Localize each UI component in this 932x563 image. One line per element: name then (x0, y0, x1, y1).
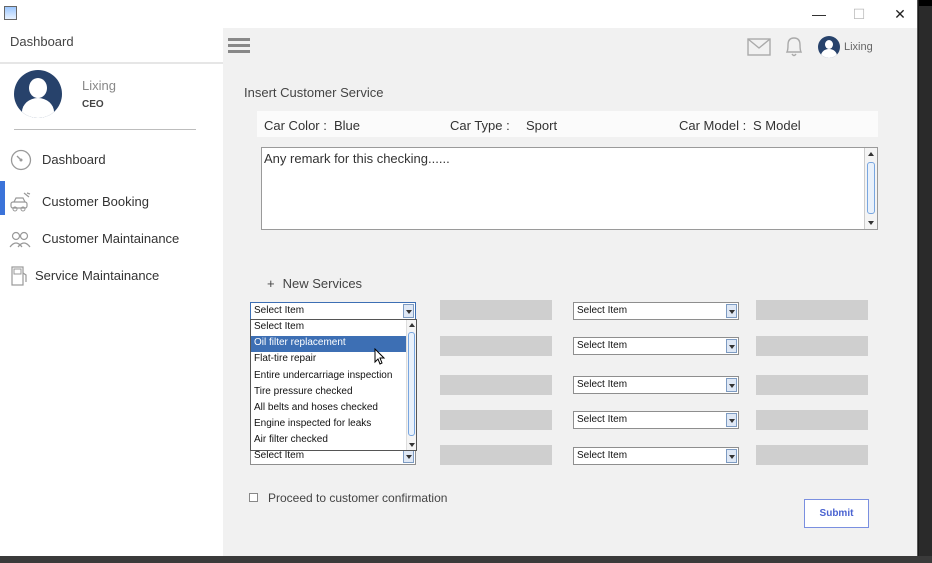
new-services-button[interactable]: + New Services (267, 276, 362, 291)
service-field[interactable] (756, 300, 868, 320)
service-field[interactable] (440, 336, 552, 356)
remark-textarea[interactable]: Any remark for this checking...... (261, 147, 878, 230)
desktop-background (919, 0, 932, 563)
plus-icon: + (267, 276, 275, 291)
mouse-cursor-icon (374, 348, 386, 365)
sidebar-item-customer-booking[interactable]: Customer Booking (0, 187, 223, 217)
dropdown-option[interactable]: Entire undercarriage inspection (251, 369, 416, 385)
sidebar-title: Dashboard (10, 34, 74, 49)
user-role: CEO (82, 99, 104, 110)
dropdown-option[interactable]: Flat-tire repair (251, 352, 416, 368)
sidebar-item-label: Customer Booking (42, 194, 149, 209)
car-model-label: Car Model : (679, 118, 747, 133)
car-info-bar: Car Color : Blue Car Type : Sport Car Mo… (257, 111, 878, 137)
java-app-icon (4, 6, 17, 20)
car-color-label: Car Color : (264, 118, 327, 133)
close-button[interactable]: ✕ (886, 4, 914, 24)
dropdown-option[interactable]: Air filter checked (251, 433, 416, 449)
users-icon (9, 231, 31, 248)
chevron-down-icon (403, 449, 414, 463)
service-select-7[interactable]: Select Item (573, 337, 739, 355)
title-bar: — ☐ ✕ (0, 0, 917, 28)
proceed-checkbox[interactable] (249, 493, 258, 502)
service-select-6[interactable]: Select Item (573, 302, 739, 320)
sidebar-item-customer-maintainance[interactable]: Customer Maintainance (0, 224, 223, 254)
user-name: Lixing (82, 78, 116, 93)
speedometer-icon (10, 149, 32, 171)
dropdown-option[interactable]: Engine inspected for leaks (251, 417, 416, 433)
car-type-value: Sport (526, 118, 558, 133)
chevron-down-icon (726, 378, 737, 392)
service-select-8[interactable]: Select Item (573, 376, 739, 394)
chevron-down-icon (726, 304, 737, 318)
car-type-label: Car Type : (450, 118, 510, 133)
service-select-9[interactable]: Select Item (573, 411, 739, 429)
chevron-down-icon (726, 413, 737, 427)
divider (14, 129, 196, 130)
minimize-button[interactable]: — (805, 4, 833, 24)
service-field[interactable] (440, 300, 552, 320)
page-title: Insert Customer Service (244, 85, 384, 100)
dropdown-scrollbar[interactable] (406, 320, 416, 450)
dropdown-option[interactable]: Tire pressure checked (251, 385, 416, 401)
car-color-value: Blue (334, 118, 361, 133)
divider (0, 62, 223, 64)
service-field[interactable] (756, 375, 868, 395)
desktop-background (919, 0, 932, 6)
proceed-label: Proceed to customer confirmation (268, 491, 448, 505)
car-service-icon (10, 192, 31, 212)
sidebar-item-dashboard[interactable]: Dashboard (0, 145, 223, 175)
new-services-label: New Services (282, 276, 363, 291)
maximize-button[interactable]: ☐ (845, 4, 873, 24)
sidebar-item-label: Customer Maintainance (42, 231, 180, 246)
sidebar-item-label: Service Maintainance (35, 268, 160, 283)
sidebar-item-service-maintainance[interactable]: Service Maintainance (0, 261, 223, 291)
header-avatar[interactable] (818, 36, 840, 58)
dropdown-option[interactable]: Select Item (251, 320, 416, 336)
menu-icon[interactable] (228, 38, 250, 56)
service-select-10[interactable]: Select Item (573, 447, 739, 465)
chevron-down-icon (726, 339, 737, 353)
user-avatar (14, 70, 62, 118)
service-field[interactable] (756, 410, 868, 430)
service-field[interactable] (756, 445, 868, 465)
service-field[interactable] (440, 445, 552, 465)
car-model-value: S Model (753, 118, 801, 133)
service-dropdown-list[interactable]: Select Item Oil filter replacement Flat-… (250, 319, 417, 451)
chevron-down-icon (726, 449, 737, 463)
submit-button[interactable]: Submit (804, 499, 869, 528)
service-select-1[interactable]: Select Item (250, 302, 416, 320)
dropdown-option[interactable]: All belts and hoses checked (251, 401, 416, 417)
service-field[interactable] (756, 336, 868, 356)
remark-text: Any remark for this checking...... (264, 151, 450, 166)
desktop-background (0, 556, 932, 563)
chevron-down-icon (403, 304, 414, 318)
mail-icon[interactable] (747, 38, 771, 56)
fuel-pump-icon (11, 266, 27, 286)
remark-scrollbar[interactable] (864, 148, 877, 229)
service-field[interactable] (440, 410, 552, 430)
header-user-name: Lixing (844, 41, 873, 53)
app-window: — ☐ ✕ Dashboard Lixing CEO Dashboard Cus… (0, 0, 918, 556)
bell-icon[interactable] (782, 34, 806, 58)
sidebar: Dashboard Lixing CEO Dashboard Customer … (0, 28, 223, 556)
sidebar-item-label: Dashboard (42, 152, 106, 167)
service-field[interactable] (440, 375, 552, 395)
